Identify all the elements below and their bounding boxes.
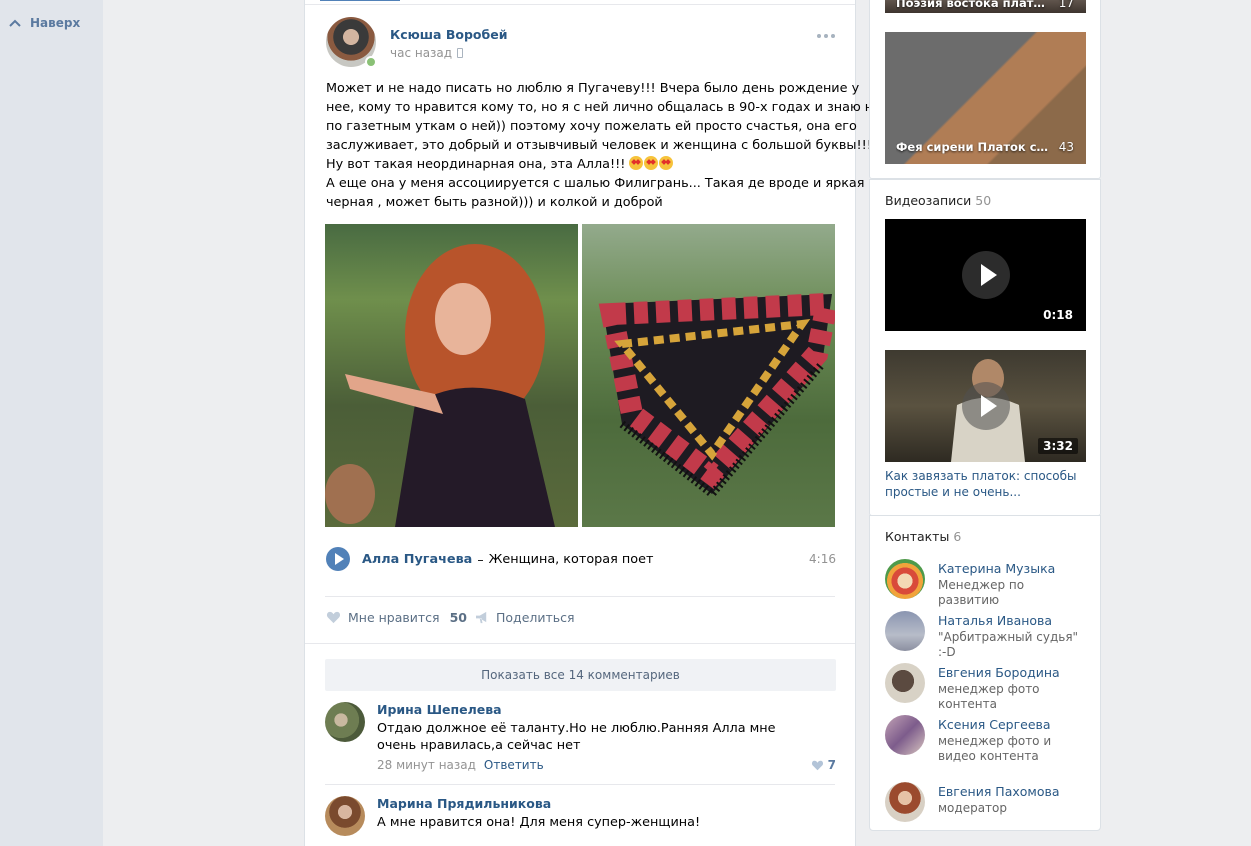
- post-text-line: Может и не надо писать но люблю я Пугаче…: [326, 81, 860, 96]
- divider: [325, 596, 835, 597]
- audio-duration: 4:16: [809, 552, 836, 566]
- comment-like-button[interactable]: 7: [811, 758, 836, 772]
- audio-separator: –: [477, 551, 484, 567]
- show-all-comments-button[interactable]: Показать все 14 комментариев: [325, 659, 836, 691]
- audio-play-button[interactable]: [326, 547, 350, 571]
- play-icon: [961, 251, 1010, 299]
- divider: [305, 4, 855, 5]
- commenter-name-link[interactable]: Марина Прядильникова: [377, 796, 551, 811]
- heart-eyes-emoji-icon: [644, 156, 659, 170]
- active-tab-indicator: [320, 0, 400, 1]
- post-time-text: час назад: [390, 46, 453, 60]
- comment-meta: 28 минут назад Ответить: [377, 758, 544, 772]
- video-duration: 3:32: [1038, 438, 1078, 454]
- album-thumbnail[interactable]: Поэзия востока платок ... 17: [885, 0, 1086, 13]
- megaphone-icon: [476, 611, 487, 624]
- album-title: Поэзия востока платок ...: [896, 0, 1051, 10]
- contact-role: Менеджер по развитию: [938, 578, 1025, 607]
- contact-avatar[interactable]: [885, 611, 925, 651]
- commenter-avatar[interactable]: [325, 796, 365, 836]
- audio-attachment: Алла Пугачева – Женщина, которая поет 4:…: [326, 546, 836, 572]
- album-thumbnail[interactable]: Фея сирени Платок с ш... 43: [885, 32, 1086, 164]
- contact-name-link[interactable]: Ксения Сергеева: [938, 717, 1051, 732]
- reply-button[interactable]: Ответить: [484, 758, 544, 772]
- post-text: Может и не надо писать но люблю я Пугаче…: [326, 79, 882, 212]
- contact-role: "Арбитражный судья" :-D: [938, 630, 1079, 659]
- like-label: Мне нравится: [348, 610, 440, 625]
- video-duration: 0:18: [1038, 307, 1078, 323]
- album-count: 43: [1058, 140, 1074, 154]
- post-photo-singer[interactable]: [325, 224, 578, 527]
- contact-item: Евгения Бородина менеджер фото контента: [885, 663, 1090, 711]
- contacts-count: 6: [953, 529, 962, 544]
- heart-icon: [326, 611, 341, 624]
- post-text-line: Ну вот такая неординарная она, эта Алла!…: [326, 157, 626, 172]
- video-thumbnail[interactable]: 0:18: [885, 219, 1086, 331]
- post-text-line: А еще она у меня ассоциируется с шалью Ф…: [326, 176, 877, 191]
- video-title-link[interactable]: Как завязать платок: способы простые и н…: [885, 468, 1085, 500]
- album-count: 17: [1058, 0, 1074, 10]
- comment-text: А мне нравится она! Для меня супер-женщи…: [377, 815, 701, 830]
- contact-item: Ксения Сергеева менеджер фото и видео ко…: [885, 715, 1090, 763]
- contact-item: Катерина Музыка Менеджер по развитию: [885, 559, 1090, 607]
- share-button[interactable]: Поделиться: [475, 610, 575, 625]
- online-status-indicator: [365, 56, 377, 68]
- video-thumbnail[interactable]: 3:32: [885, 350, 1086, 462]
- post-text-line: по газетным уткам о ней)) поэтому хочу п…: [326, 119, 857, 134]
- comment-time[interactable]: 28 минут назад: [377, 758, 476, 772]
- heart-eyes-emoji-icon: [659, 156, 674, 170]
- post-timestamp[interactable]: час назад: [390, 46, 464, 60]
- post-text-line: черная , может быть разной))) и колкой и…: [326, 195, 663, 210]
- commenter-avatar[interactable]: [325, 702, 365, 742]
- audio-artist-link[interactable]: Алла Пугачева: [362, 552, 472, 567]
- share-label: Поделиться: [496, 610, 575, 625]
- comment-like-count: 7: [827, 758, 836, 772]
- chevron-up-icon: [9, 19, 21, 27]
- videos-header-label: Видеозаписи: [885, 193, 972, 208]
- photo-albums-card: Поэзия востока платок ... 17 Фея сирени …: [869, 0, 1101, 179]
- contact-role: менеджер фото и видео контента: [938, 734, 1052, 763]
- videos-card: Видеозаписи 50 0:18 3:32 Как завязать пла…: [869, 179, 1101, 516]
- contacts-card: Контакты 6 Катерина Музыка Менеджер по ра…: [869, 515, 1101, 831]
- more-options-icon[interactable]: [817, 34, 835, 38]
- videos-header[interactable]: Видеозаписи 50: [885, 193, 991, 208]
- contact-role: модератор: [938, 801, 1007, 815]
- contact-avatar[interactable]: [885, 782, 925, 822]
- post-text-line-emoji: Ну вот такая неординарная она, эта Алла!…: [326, 155, 838, 174]
- divider: [325, 784, 835, 785]
- contacts-header-label: Контакты: [885, 529, 950, 544]
- contact-name-link[interactable]: Катерина Музыка: [938, 561, 1055, 576]
- divider: [305, 643, 855, 644]
- contact-name-link[interactable]: Евгения Бородина: [938, 665, 1060, 680]
- album-title: Фея сирени Платок с ш...: [896, 140, 1051, 154]
- right-sidebar: Поэзия востока платок ... 17 Фея сирени …: [869, 0, 1101, 837]
- contact-name-link[interactable]: Наталья Иванова: [938, 613, 1052, 628]
- post-photo-shawl[interactable]: [582, 224, 835, 527]
- to-top-button[interactable]: Наверх: [8, 16, 80, 30]
- post-text-line: нее, кому то нравится кому то, но я с не…: [326, 100, 882, 115]
- contact-role: менеджер фото контента: [938, 682, 1040, 711]
- contact-avatar[interactable]: [885, 715, 925, 755]
- heart-eyes-emoji-icon: [629, 156, 644, 170]
- mobile-icon: [457, 48, 464, 58]
- like-button[interactable]: Мне нравится 50: [326, 610, 467, 625]
- left-sidebar-strip: Наверх: [0, 0, 103, 846]
- contact-item: Наталья Иванова "Арбитражный судья" :-D: [885, 611, 1090, 659]
- contact-avatar[interactable]: [885, 663, 925, 703]
- contact-item: Евгения Пахомова модератор: [885, 782, 1090, 824]
- play-icon: [961, 382, 1010, 430]
- contact-name-link[interactable]: Евгения Пахомова: [938, 784, 1060, 799]
- to-top-label: Наверх: [30, 16, 81, 30]
- audio-title[interactable]: Женщина, которая поет: [489, 552, 654, 567]
- wall-post: Ксюша Воробей час назад Может и не надо …: [304, 0, 882, 846]
- videos-count: 50: [975, 193, 992, 208]
- commenter-name-link[interactable]: Ирина Шепелева: [377, 702, 502, 717]
- author-name-link[interactable]: Ксюша Воробей: [390, 27, 507, 42]
- heart-icon: [811, 760, 823, 770]
- comment-text: Отдаю должное её таланту.Но не люблю.Ран…: [377, 721, 776, 753]
- post-text-line: заслуживает, это добрый и отзывчивый чел…: [326, 138, 872, 153]
- contacts-header[interactable]: Контакты 6: [885, 529, 961, 544]
- like-count: 50: [449, 610, 467, 625]
- contact-avatar[interactable]: [885, 559, 925, 599]
